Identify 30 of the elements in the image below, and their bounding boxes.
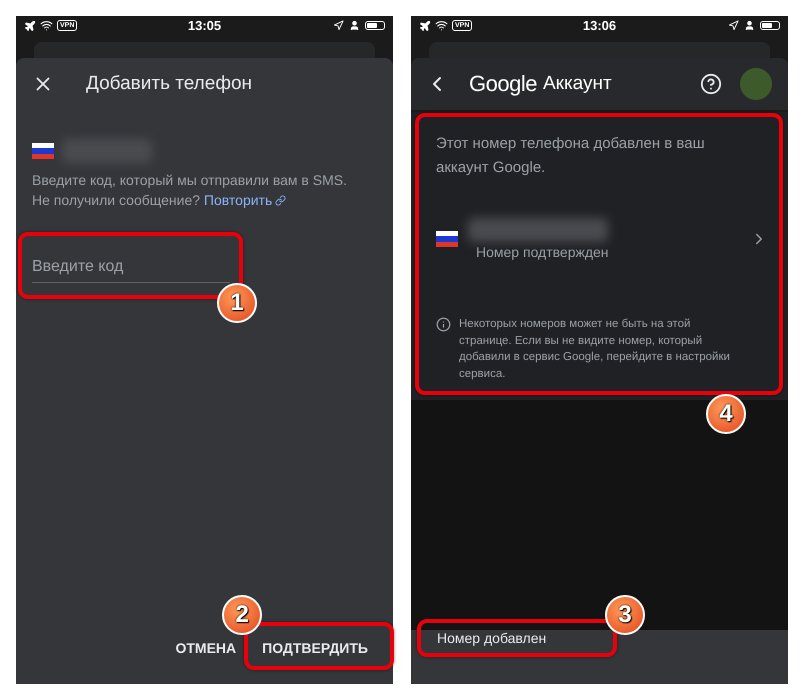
russian-flag-icon: [32, 143, 54, 159]
location-arrow-icon: [728, 20, 739, 31]
code-input-field[interactable]: Введите код: [32, 258, 230, 283]
snackbar-message: Номер добавлен: [437, 630, 546, 646]
person-icon: [744, 20, 755, 31]
person-icon: [349, 20, 360, 31]
phone-status: Номер подтвержден: [476, 244, 610, 260]
battery-icon: [365, 21, 385, 30]
header-title: Аккаунт: [542, 73, 612, 95]
callout-badge: 2: [222, 595, 262, 635]
confirm-button[interactable]: ПОДТВЕРДИТЬ: [253, 632, 377, 664]
sheet-title: Добавить телефон: [86, 73, 252, 95]
info-icon: [436, 317, 451, 332]
callout-badge: 1: [217, 283, 257, 323]
battery-icon: [760, 21, 780, 30]
brand-name: Google: [469, 71, 537, 97]
cancel-button[interactable]: ОТМЕНА: [166, 632, 246, 664]
airplane-icon: [24, 20, 36, 32]
location-arrow-icon: [333, 20, 344, 31]
link-icon: [275, 194, 286, 206]
info-note: Некоторых номеров может не быть на этой странице. Если вы не видите номер, который добавили в сервис Google, перейдите в настройки сервиса.: [459, 317, 731, 382]
phone-number-row[interactable]: Номер подтвержден: [436, 218, 768, 260]
confirmation-message: Этот номер телефона добавлен в ваш аккаунт Google.: [436, 134, 706, 178]
resend-link[interactable]: Повторить: [204, 190, 286, 210]
help-icon[interactable]: [700, 73, 722, 95]
airplane-icon: [419, 20, 431, 32]
status-time: 13:05: [188, 18, 222, 33]
russian-flag-icon: [436, 231, 458, 247]
status-time: 13:06: [582, 18, 616, 33]
sms-instructions: Введите код, который мы отправили вам в SMS. Не получили сообщение? Повторить: [32, 171, 348, 210]
